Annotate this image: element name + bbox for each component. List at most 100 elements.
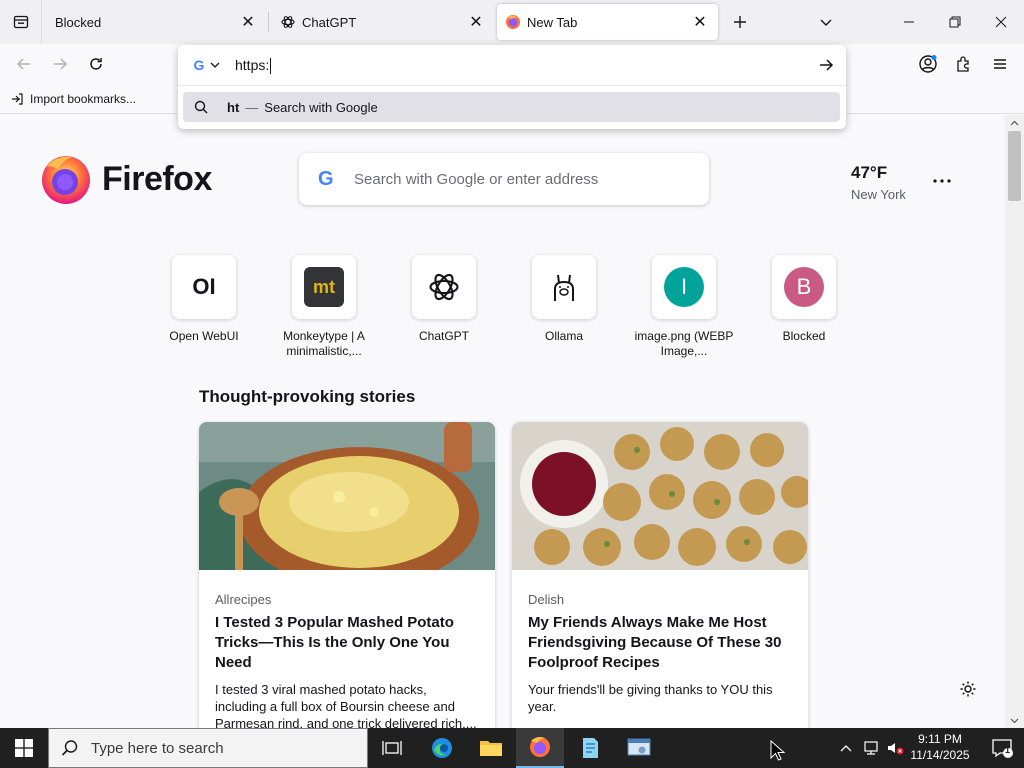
address-bar-popup: G https: ht — Search with Google xyxy=(178,45,846,129)
shortcut-label: ChatGPT xyxy=(418,329,469,343)
search-icon xyxy=(61,740,78,756)
chevron-up-icon xyxy=(1010,120,1019,125)
windows-logo-icon xyxy=(15,739,33,757)
taskbar-edge[interactable] xyxy=(418,728,466,768)
suggestion-action: Search with Google xyxy=(264,99,378,115)
forward-button[interactable] xyxy=(44,48,76,80)
shortcut-label: Blocked xyxy=(782,329,826,343)
google-icon: G xyxy=(318,167,334,190)
monkeytype-icon: mt xyxy=(292,255,356,319)
chatgpt-icon xyxy=(280,14,296,30)
clock-date: 11/14/2025 xyxy=(910,748,970,762)
minimize-icon xyxy=(904,21,914,23)
volume-button[interactable] xyxy=(884,728,906,768)
customize-button[interactable] xyxy=(956,677,980,701)
tab-new-tab[interactable]: New Tab ✕ xyxy=(497,4,718,40)
mouse-cursor-icon xyxy=(770,740,786,761)
page-scrollbar[interactable] xyxy=(1005,115,1024,728)
shortcut-tile-open-webui[interactable]: OI Open WebUI xyxy=(144,255,264,344)
tab-chatgpt[interactable]: ChatGPT ✕ xyxy=(272,4,494,40)
restore-icon xyxy=(949,16,961,28)
restore-button[interactable] xyxy=(932,0,978,44)
show-hidden-icons-button[interactable] xyxy=(835,728,857,768)
taskbar-control-panel[interactable] xyxy=(615,728,663,768)
ollama-icon xyxy=(532,255,596,319)
extensions-button[interactable] xyxy=(950,50,978,78)
control-panel-icon xyxy=(627,738,651,756)
shortcut-label: Open WebUI xyxy=(169,329,239,343)
shortcut-tile-chatgpt[interactable]: ChatGPT xyxy=(384,255,504,344)
search-box[interactable]: G Search with Google or enter address xyxy=(299,153,709,205)
letter-b-icon: B xyxy=(772,255,836,319)
close-icon[interactable]: ✕ xyxy=(688,10,712,34)
firefox-wordmark: Firefox xyxy=(102,159,212,198)
network-button[interactable] xyxy=(860,728,882,768)
shortcut-label: image.png (WEBP Image,... xyxy=(634,329,734,358)
search-suggestion[interactable]: ht — Search with Google xyxy=(183,92,840,122)
taskbar-clock[interactable]: 9:11 PM 11/14/2025 xyxy=(905,731,975,763)
weather-menu-button[interactable] xyxy=(928,171,956,191)
tab-title: ChatGPT xyxy=(302,14,357,30)
plus-icon xyxy=(734,16,746,28)
list-all-tabs-button[interactable] xyxy=(812,8,840,36)
shortcut-tile-ollama[interactable]: Ollama xyxy=(504,255,624,344)
firefox-icon xyxy=(530,737,550,757)
import-bookmarks-label: Import bookmarks... xyxy=(30,92,137,106)
volume-muted-icon xyxy=(888,743,904,755)
taskbar-search[interactable]: Type here to search xyxy=(48,728,368,768)
chevron-down-icon xyxy=(820,19,832,26)
chatgpt-icon xyxy=(412,255,476,319)
minimize-button[interactable] xyxy=(886,0,932,44)
shortcut-tile-monkeytype[interactable]: mt Monkeytype | A minimalistic,... xyxy=(264,255,384,359)
address-input[interactable]: https: xyxy=(235,55,272,75)
windows-taskbar: Type here to search 9:11 PM 11/14/2025 1 xyxy=(0,728,1024,768)
new-tab-page: Firefox G Search with Google or enter ad… xyxy=(0,115,1005,728)
more-dots-icon xyxy=(933,179,951,183)
new-tab-button[interactable] xyxy=(726,8,754,36)
shortcut-tile-blocked[interactable]: B Blocked xyxy=(744,255,864,344)
story-description: I tested 3 viral mashed potato hacks, in… xyxy=(215,682,477,728)
close-icon[interactable]: ✕ xyxy=(464,10,488,34)
taskbar-app[interactable] xyxy=(566,728,614,768)
reload-icon xyxy=(90,58,102,70)
scroll-up-button[interactable] xyxy=(1005,115,1024,130)
story-card-delish[interactable]: Delish My Friends Always Make Me Host Fr… xyxy=(512,422,808,728)
app-menu-button[interactable] xyxy=(986,50,1014,78)
story-image xyxy=(199,422,495,587)
firefox-logo-icon xyxy=(42,156,90,204)
account-button[interactable] xyxy=(914,50,942,78)
weather-temperature: 47°F xyxy=(851,163,888,182)
gear-icon xyxy=(960,681,976,697)
close-icon[interactable]: ✕ xyxy=(236,10,260,34)
story-title: I Tested 3 Popular Mashed Potato Tricks—… xyxy=(215,614,454,671)
scrollbar-thumb[interactable] xyxy=(1008,131,1021,201)
task-view-button[interactable] xyxy=(368,728,416,768)
arrow-right-icon xyxy=(820,59,834,71)
close-window-button[interactable] xyxy=(978,0,1024,44)
import-bookmarks-button[interactable]: Import bookmarks... xyxy=(10,90,136,108)
search-engine-button[interactable]: G xyxy=(184,51,230,79)
notification-center-button[interactable]: 1 xyxy=(980,728,1024,768)
back-button[interactable] xyxy=(8,48,40,80)
taskbar-search-placeholder: Type here to search xyxy=(91,739,224,757)
taskbar-firefox[interactable] xyxy=(516,728,564,768)
shortcut-label: Ollama xyxy=(544,329,583,343)
go-button[interactable] xyxy=(812,51,840,79)
weather-widget[interactable]: 47°F New York xyxy=(851,163,906,202)
scroll-down-button[interactable] xyxy=(1005,713,1024,728)
reload-button[interactable] xyxy=(80,48,112,80)
shortcut-tile-image-png[interactable]: I image.png (WEBP Image,... xyxy=(624,255,744,359)
start-button[interactable] xyxy=(0,728,48,768)
tab-blocked[interactable]: Blocked ✕ xyxy=(48,4,266,40)
forward-arrow-icon xyxy=(54,58,68,70)
notification-count: 1 xyxy=(1005,745,1011,755)
firefox-view-button[interactable] xyxy=(0,0,42,44)
address-input-value: https: xyxy=(235,57,270,73)
story-card-allrecipes[interactable]: Allrecipes I Tested 3 Popular Mashed Pot… xyxy=(199,422,495,728)
tab-title: New Tab xyxy=(527,14,578,30)
taskbar-file-explorer[interactable] xyxy=(467,728,515,768)
clock-time: 9:11 PM xyxy=(918,732,962,746)
account-icon xyxy=(919,55,937,73)
open-webui-icon: OI xyxy=(172,255,236,319)
suggestion-text: ht xyxy=(227,99,240,115)
